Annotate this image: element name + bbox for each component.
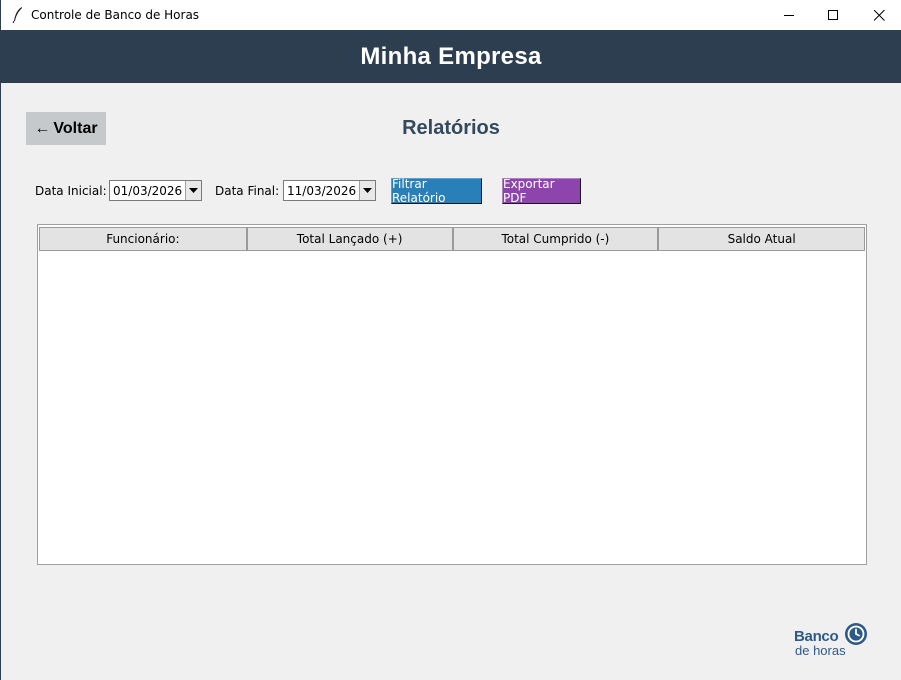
clock-icon (845, 623, 867, 645)
table-header: Funcionário: Total Lançado (+) Total Cum… (39, 227, 865, 251)
start-date-value: 01/03/2026 (113, 183, 183, 198)
close-button[interactable] (856, 0, 901, 30)
company-name: Minha Empresa (360, 42, 542, 70)
start-date-label: Data Inicial: (35, 184, 107, 198)
maximize-button[interactable] (810, 0, 856, 30)
feather-icon (12, 7, 22, 23)
export-pdf-button[interactable]: Exportar PDF (502, 177, 581, 205)
column-header-current-balance[interactable]: Saldo Atual (658, 227, 865, 251)
page-title: Relatórios (402, 117, 500, 139)
title-bar: Controle de Banco de Horas (1, 0, 901, 30)
start-date-dropdown[interactable] (185, 181, 201, 200)
report-table[interactable]: Funcionário: Total Lançado (+) Total Cum… (37, 224, 867, 565)
banco-de-horas-logo: Banco de horas (794, 622, 870, 658)
minimize-icon (783, 14, 794, 16)
logo-line2: de horas (795, 643, 846, 658)
column-header-total-fulfilled[interactable]: Total Cumprido (-) (452, 227, 659, 251)
dropdown-arrow-icon (189, 188, 198, 193)
app-window: Controle de Banco de Horas Minha Empresa… (0, 0, 901, 680)
end-date-value: 11/03/2026 (287, 183, 357, 198)
filter-report-button[interactable]: Filtrar Relatório (391, 177, 482, 205)
end-date-dropdown[interactable] (359, 181, 375, 200)
header-banner: Minha Empresa (1, 30, 901, 83)
close-icon (873, 9, 885, 21)
column-header-total-launched[interactable]: Total Lançado (+) (246, 227, 453, 251)
window-title: Controle de Banco de Horas (31, 8, 200, 22)
maximize-icon (827, 9, 838, 20)
end-date-combo[interactable]: 11/03/2026 (283, 180, 376, 201)
dropdown-arrow-icon (363, 188, 372, 193)
end-date-label: Data Final: (215, 184, 280, 198)
minimize-button[interactable] (766, 0, 812, 30)
start-date-combo[interactable]: 01/03/2026 (109, 180, 202, 201)
column-header-employee[interactable]: Funcionário: (39, 227, 247, 251)
